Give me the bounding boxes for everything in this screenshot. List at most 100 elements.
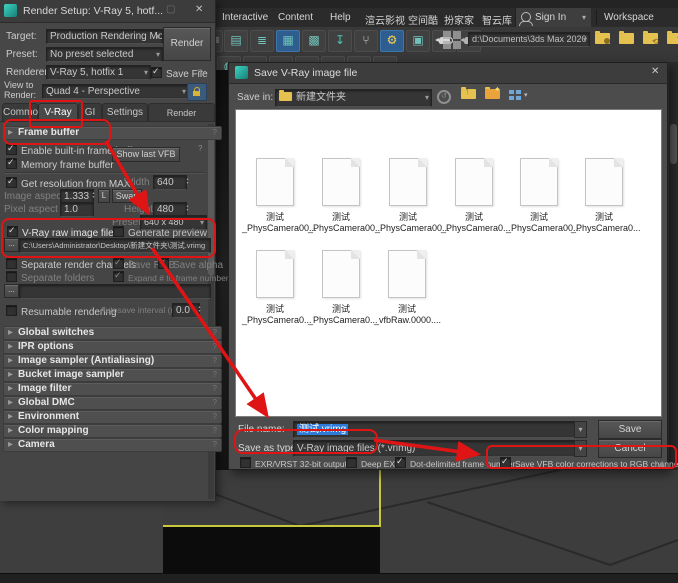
deep-exr-checkbox[interactable]: Deep EXR xyxy=(346,457,401,469)
file-list[interactable]: 测试_PhysCamera00... 测试_PhysCamera00... 测试… xyxy=(235,109,662,417)
file-item[interactable]: 测试_PhysCamera0... xyxy=(242,250,308,326)
open-folder-icon-1[interactable] xyxy=(595,33,610,46)
width-field[interactable]: 640 xyxy=(153,175,187,190)
channels-browse-button[interactable]: ... xyxy=(4,284,19,298)
rollout-global-dmc[interactable]: Global DMC? xyxy=(3,396,222,410)
open-folder-icon-2[interactable] xyxy=(619,33,634,46)
menu-zhiyunku[interactable]: 智云库 xyxy=(482,12,512,27)
dot-delimited-checkbox[interactable]: Dot-delimited frame number xyxy=(395,457,515,469)
rollout-image-sampler[interactable]: Image sampler (Antialiasing)? xyxy=(3,354,222,368)
up-one-level-icon[interactable]: ↑ xyxy=(461,89,476,101)
height-spinner[interactable] xyxy=(184,204,191,211)
viewport-layout-icon[interactable] xyxy=(443,31,461,49)
rollout-global-switches[interactable]: Global switches? xyxy=(3,326,222,340)
menu-interactive[interactable]: Interactive xyxy=(222,12,268,23)
tab-vray[interactable]: V-Ray xyxy=(38,103,78,122)
tab-common[interactable]: Common xyxy=(2,103,38,122)
resize-grip[interactable]: ◢ xyxy=(657,459,663,468)
expand-frame-checkbox[interactable]: Expand # to frame number xyxy=(113,271,229,283)
sign-in-button[interactable]: Sign In xyxy=(515,8,578,27)
rollout-frame-buffer[interactable]: Frame buffer? xyxy=(3,126,222,140)
maximize-button[interactable]: ▢ xyxy=(166,4,175,15)
file-name-input[interactable]: 测试.vrimg xyxy=(293,421,578,438)
save-alpha-checkbox[interactable]: Save alpha xyxy=(158,258,223,271)
view-to-render-dropdown[interactable]: Quad 4 - Perspective xyxy=(42,84,189,99)
rollout-color-mapping[interactable]: Color mapping? xyxy=(3,424,222,438)
right-scrollbar[interactable] xyxy=(669,62,678,470)
rollout-environment[interactable]: Environment? xyxy=(3,410,222,424)
menu-xuanyun[interactable]: 渲云影视 xyxy=(365,12,405,27)
file-item[interactable]: 测试_PhysCamera00... xyxy=(308,158,374,234)
right-scrollbar-handle[interactable] xyxy=(670,124,677,164)
menu-content[interactable]: Content xyxy=(278,12,313,23)
workspace-label[interactable]: Workspace xyxy=(604,12,654,23)
sign-in-caret[interactable]: ▾ xyxy=(577,8,591,27)
raw-file-path-field[interactable]: C:\Users\Administrator\Desktop\新建文件夹\测试.… xyxy=(19,238,211,253)
render-setup-titlebar[interactable]: Render Setup: V-Ray 5, hotf... — ▢ ✕ xyxy=(0,0,215,23)
rollout-camera[interactable]: Camera? xyxy=(3,438,222,452)
minimize-button[interactable]: — xyxy=(140,4,150,15)
menu-help[interactable]: Help xyxy=(330,12,351,23)
render-setup-icon[interactable]: ⚙ xyxy=(380,30,404,52)
rollout-ipr-options[interactable]: IPR options? xyxy=(3,340,222,354)
renderer-dropdown[interactable]: V-Ray 5, hotfix 1 xyxy=(46,65,151,80)
schematic-view-icon[interactable]: ▩ xyxy=(302,30,326,52)
save-button[interactable]: Save xyxy=(598,420,662,439)
help-icon[interactable]: ? xyxy=(198,144,202,153)
tab-render-elements[interactable]: Render Elements xyxy=(148,103,215,122)
width-spinner[interactable] xyxy=(184,177,191,184)
save-file-browse-button[interactable]: ... xyxy=(198,64,206,75)
image-aspect-spinner[interactable] xyxy=(90,191,97,198)
save-dialog-titlebar[interactable]: Save V-Ray image file ✕ xyxy=(229,63,667,84)
tab-gi[interactable]: GI xyxy=(78,103,102,122)
file-item[interactable]: 测试_PhysCamera00... xyxy=(242,158,308,234)
scene-explorer-icon[interactable]: ▤ xyxy=(224,30,248,52)
back-icon[interactable]: ↺ xyxy=(437,90,451,104)
menu-kongjianku[interactable]: 空间酷 xyxy=(408,12,438,27)
file-item[interactable]: 测试_PhysCamera0... xyxy=(571,158,637,234)
channels-path-field[interactable] xyxy=(19,284,211,299)
save-as-type-caret[interactable]: ▾ xyxy=(574,440,587,457)
open-folder-icon-3[interactable]: ⟲ xyxy=(643,33,658,46)
aspect-lock-button[interactable]: L xyxy=(98,189,110,203)
rendered-frame-icon[interactable]: ▣ xyxy=(406,30,430,52)
layer-explorer-icon[interactable]: ≣ xyxy=(250,30,274,52)
dialog-app-icon xyxy=(235,66,248,79)
show-last-vfb-button[interactable]: Show last VFB xyxy=(112,147,180,162)
file-item[interactable]: 测试_PhysCamera00... xyxy=(375,158,441,234)
material-editor-icon[interactable]: ↧ xyxy=(328,30,352,52)
memory-frame-buffer-checkbox[interactable]: Memory frame buffer xyxy=(6,158,114,171)
render-nodes-icon[interactable]: ⑂ xyxy=(354,30,378,52)
file-item[interactable]: 测试_PhysCamera0... xyxy=(441,158,507,234)
close-button[interactable]: ✕ xyxy=(195,4,203,15)
save-file-check[interactable] xyxy=(151,67,162,78)
menu-banjiajia[interactable]: 扮家家 xyxy=(444,12,474,27)
preset-dropdown[interactable]: No preset selected xyxy=(46,47,163,62)
panel-scrollbar-handle[interactable] xyxy=(208,126,214,276)
target-dropdown[interactable]: Production Rendering Mode xyxy=(46,29,163,44)
create-new-folder-icon[interactable]: ✦ xyxy=(485,89,500,101)
file-item[interactable]: 测试_PhysCamera00... xyxy=(506,158,572,234)
exr-vrst-checkbox[interactable]: EXR/VRST 32-bit output xyxy=(240,457,347,469)
raw-file-browse-button[interactable]: ... xyxy=(4,238,19,252)
file-item[interactable]: 测试_PhysCamera0... xyxy=(308,250,374,326)
file-item[interactable]: 测试_vfbRaw.0000.... xyxy=(374,250,440,326)
save-vfb-corrections-checkbox[interactable]: Save VFB color corrections to RGB channe… xyxy=(500,457,678,469)
autosave-spinner[interactable] xyxy=(196,305,203,312)
rollout-image-filter[interactable]: Image filter? xyxy=(3,382,222,396)
save-as-type-dropdown[interactable]: V-Ray image files (*.vrimg) xyxy=(293,440,578,457)
cancel-button[interactable]: Cancel xyxy=(598,439,662,458)
separate-folders-checkbox[interactable]: Separate folders xyxy=(6,271,94,284)
rollout-bucket-image-sampler[interactable]: Bucket image sampler? xyxy=(3,368,222,382)
dialog-close-button[interactable]: ✕ xyxy=(651,66,659,77)
save-in-dropdown[interactable]: 新建文件夹 xyxy=(275,89,432,107)
project-path-dropdown[interactable]: d:\Documents\3ds Max 2020 xyxy=(468,32,590,47)
open-folder-icon-4[interactable]: ? xyxy=(667,33,678,46)
render-button[interactable]: Render xyxy=(163,27,211,61)
pixel-aspect-field[interactable]: 1.0 xyxy=(60,202,94,217)
swap-button[interactable]: Swap xyxy=(112,189,142,203)
view-lock-button[interactable] xyxy=(187,83,207,101)
curve-editor-icon[interactable]: ▦ xyxy=(276,30,300,52)
tab-settings[interactable]: Settings xyxy=(102,103,148,122)
file-name-caret[interactable]: ▾ xyxy=(574,421,587,438)
